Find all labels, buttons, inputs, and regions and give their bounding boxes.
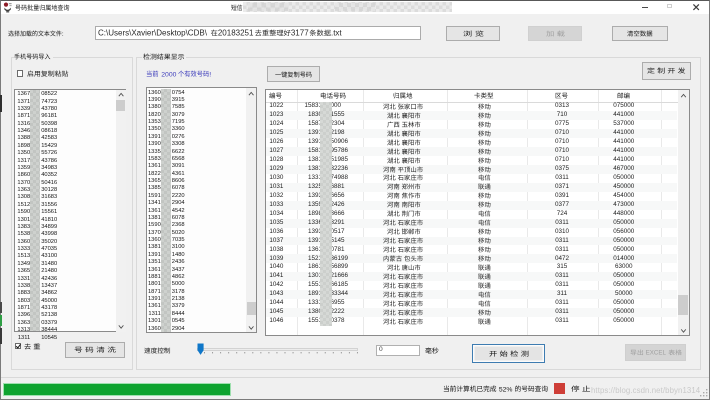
svg-text::: : <box>62 31 64 38</box>
svg-text:EXCEL: EXCEL <box>645 350 666 357</box>
svg-text:C:\Users\Xavier\Desktop\CDB\: C:\Users\Xavier\Desktop\CDB\ <box>98 29 208 38</box>
svg-text:!: ! <box>209 72 211 79</box>
svg-text:2000: 2000 <box>161 72 176 79</box>
svg-text:3177: 3177 <box>291 29 309 38</box>
svg-text:.txt: .txt <box>331 29 342 38</box>
svg-text:20183251: 20183251 <box>218 29 254 38</box>
svg-text:52%: 52% <box>499 386 513 393</box>
